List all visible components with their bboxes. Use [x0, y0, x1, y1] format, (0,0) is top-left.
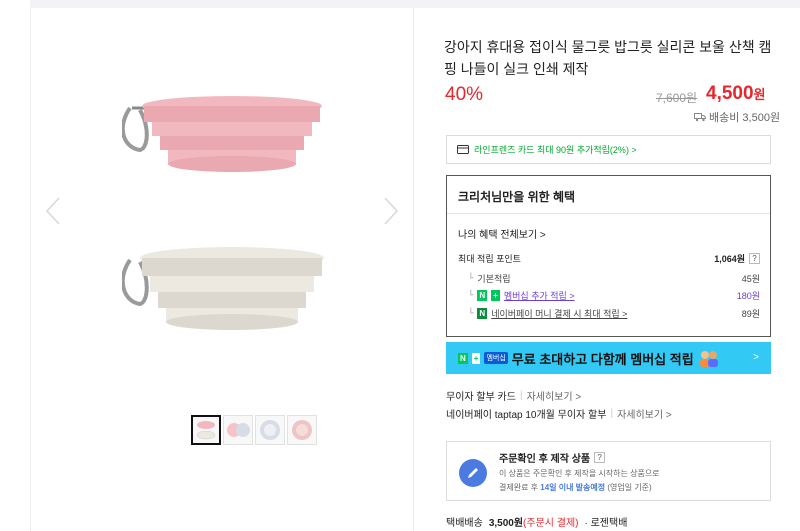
product-gallery — [32, 10, 412, 445]
pencil-icon — [459, 459, 487, 487]
made-to-order-title: 주문확인 후 제작 상품 — [499, 454, 591, 465]
membership-badge: 멤버십 — [484, 352, 508, 364]
desc2-prefix: 결제완료 후 — [499, 483, 541, 492]
thumbnail-1[interactable] — [191, 415, 221, 445]
pink-bowl-image — [122, 96, 322, 172]
installment-label-2: 네이버페이 taptap 10개월 무이자 할부 — [446, 410, 607, 421]
max-points-label: 최대 적립 포인트 — [458, 254, 521, 264]
benefit-box: 크리처님만을 위한 혜택 나의 혜택 전체보기 > 최대 적립 포인트 1,06… — [446, 175, 771, 337]
sale-price-value: 4,500 — [706, 83, 754, 104]
separator: | — [610, 408, 614, 419]
desc2-suffix: (영업일 기준) — [605, 483, 652, 492]
card-promo-text: 라인프렌즈 카드 최대 90원 추가적립(2%) > — [474, 145, 637, 155]
discount-rate: 40% — [445, 84, 484, 105]
thumbnail-list — [191, 415, 317, 445]
npay-points-value: 89원 — [741, 309, 760, 319]
prev-image-arrow-icon[interactable] — [43, 196, 63, 226]
member-points-value: 180원 — [736, 291, 760, 301]
basic-points-row: ┗ 기본적립 45원 — [458, 272, 760, 285]
member-points-label[interactable]: 멤버십 추가 적립 > — [504, 289, 575, 302]
shipping-fee: 배송비 3,500원 — [694, 109, 780, 125]
made-to-order-box: 주문확인 후 제작 상품 ? 이 상품은 주문확인 후 제작을 시작하는 상품으… — [446, 441, 771, 501]
product-page: 강아지 휴대용 접이식 물그릇 밥그릇 실리콘 보울 산책 캠핑 나들이 실크 … — [0, 0, 800, 531]
product-image — [122, 96, 324, 330]
shipping-fee-text: 배송비 3,500원 — [709, 112, 781, 124]
installment-details-link-2[interactable]: 자세히보기 > — [617, 406, 672, 421]
basic-points-label: 기본적립 — [477, 274, 511, 284]
naver-plus-badge-icon: + — [471, 352, 481, 364]
people-icon — [699, 351, 718, 367]
help-icon[interactable]: ? — [749, 253, 760, 264]
npay-points-left: ┗ N 네이버페이 머니 결제 시 최대 적립 > — [458, 307, 627, 320]
basic-points-left: ┗ 기본적립 — [458, 272, 511, 285]
made-to-order-desc-1: 이 상품은 주문확인 후 제작을 시작하는 상품으로 — [499, 469, 660, 478]
installment-row-1: 무이자 할부 카드 | 자세히보기 > — [446, 388, 581, 403]
white-bowl-image — [122, 247, 324, 330]
card-promo[interactable]: 라인프렌즈 카드 최대 90원 추가적립(2%) > — [446, 135, 771, 164]
installment-details-link-1[interactable]: 자세히보기 > — [527, 388, 582, 403]
delivery-condition: (주문시 결제) — [523, 518, 579, 529]
delivery-fee-wrap: 3,500원(주문시 결제) — [489, 514, 579, 529]
tree-line-icon: ┗ — [468, 290, 474, 300]
sale-price: 4,500원 — [706, 83, 766, 105]
naver-n-badge-icon: N — [477, 290, 488, 301]
original-price: 7,600원 — [656, 91, 698, 105]
thumbnail-3[interactable] — [255, 415, 285, 445]
installment-row-2: 네이버페이 taptap 10개월 무이자 할부 | 자세히보기 > — [446, 406, 672, 421]
benefit-heading: 크리처님만을 위한 혜택 — [447, 176, 770, 214]
sale-price-unit: 원 — [753, 87, 766, 102]
separator: | — [519, 390, 523, 401]
max-points-value-wrap: 1,064원 ? — [714, 252, 760, 265]
thumbnail-2[interactable] — [223, 415, 253, 445]
chevron-right-icon: > — [753, 352, 759, 363]
delivery-label: 택배배송 — [446, 518, 483, 529]
member-points-row[interactable]: ┗ N + 멤버십 추가 적립 > 180원 — [458, 289, 760, 302]
naver-pay-badge-icon: N — [477, 308, 488, 319]
made-to-order-title-row: 주문확인 후 제작 상품 ? — [499, 450, 606, 465]
banner-text: 무료 초대하고 다함께 멤버십 적립 — [511, 351, 694, 367]
product-title: 강아지 휴대용 접이식 물그릇 밥그릇 실리콘 보울 산책 캠핑 나들이 실크 … — [444, 39, 772, 77]
credit-card-icon — [457, 145, 469, 154]
truck-icon — [694, 113, 706, 122]
tree-line-icon: ┗ — [468, 273, 474, 283]
installment-label-1: 무이자 할부 카드 — [446, 392, 516, 403]
next-image-arrow-icon[interactable] — [381, 196, 401, 226]
help-icon[interactable]: ? — [594, 452, 606, 463]
delivery-carrier: · 로젠택배 — [584, 518, 628, 529]
desc2-highlight: 14일 이내 발송예정 — [540, 483, 606, 492]
naver-n-badge-icon: N — [458, 352, 468, 364]
member-points-left: ┗ N + 멤버십 추가 적립 > — [458, 289, 575, 302]
tree-line-icon: ┗ — [468, 308, 474, 318]
delivery-info: 택배배송 3,500원(주문시 결제) · 로젠택배 — [446, 514, 627, 529]
delivery-fee: 3,500원 — [488, 518, 524, 529]
column-divider — [413, 8, 414, 531]
thumbnail-4[interactable] — [287, 415, 317, 445]
max-points-value: 1,064원 — [714, 254, 745, 264]
max-points-row: 최대 적립 포인트 1,064원 ? — [458, 252, 760, 265]
membership-invite-banner[interactable]: N + 멤버십 무료 초대하고 다함께 멤버십 적립 > — [446, 342, 771, 374]
npay-points-label[interactable]: 네이버페이 머니 결제 시 최대 적립 > — [491, 307, 627, 320]
naver-plus-badge-icon: + — [491, 290, 500, 301]
basic-points-value: 45원 — [741, 274, 760, 284]
top-strip — [30, 0, 800, 8]
made-to-order-desc-2: 결제완료 후 14일 이내 발송예정 (영업일 기준) — [499, 482, 652, 493]
left-border — [30, 8, 31, 531]
npay-points-row[interactable]: ┗ N 네이버페이 머니 결제 시 최대 적립 > 89원 — [458, 307, 760, 320]
all-benefits-link[interactable]: 나의 혜택 전체보기 > — [458, 226, 546, 241]
